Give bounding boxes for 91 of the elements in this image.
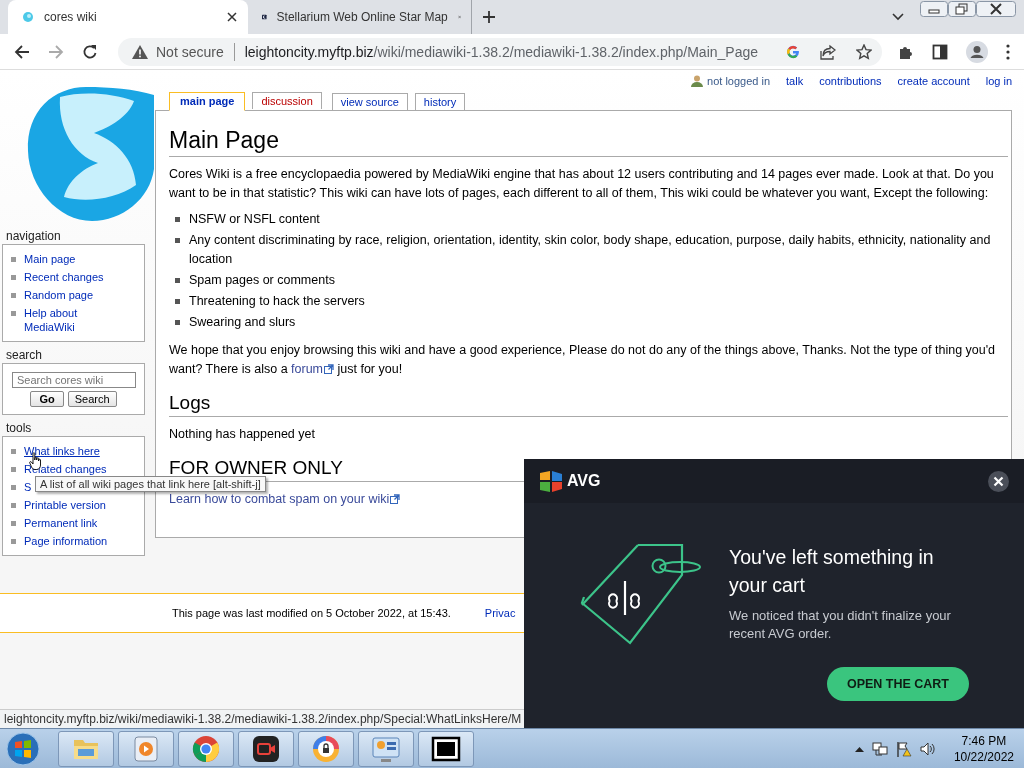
list-bullet [11, 485, 16, 490]
menu-icon[interactable] [1006, 43, 1010, 60]
start-button-icon[interactable] [6, 731, 40, 766]
last-modified-text: This page was last modified on 5 October 2022, at 15:43. [172, 607, 451, 619]
popup-title: You've left something in your cart [729, 545, 935, 598]
personal-link[interactable]: talk [786, 75, 804, 87]
list-bullet [11, 311, 16, 316]
personal-link[interactable]: log in [985, 75, 1012, 87]
search-button[interactable]: Search [67, 391, 117, 407]
page-tab[interactable]: main page [169, 92, 246, 111]
list-bullet [175, 320, 180, 325]
side-panel-icon[interactable] [932, 43, 948, 60]
list-bullet [175, 217, 180, 222]
g-logo-icon[interactable] [786, 44, 800, 59]
tab-title: Stellarium Web Online Star Map [276, 10, 448, 24]
back-icon[interactable] [14, 43, 30, 60]
list-bullet [11, 467, 16, 472]
search-field[interactable]: Search cores wiki [12, 372, 136, 388]
clock[interactable]: 7:46 PM 10/22/2022 [953, 732, 1014, 765]
portlet-title: search [5, 348, 44, 362]
sidebar-link[interactable]: S [24, 480, 32, 494]
sidebar-link[interactable]: Help about MediaWiki [24, 306, 124, 334]
page-tab[interactable]: discussion [252, 92, 322, 109]
page-title: Main Page [169, 125, 1008, 157]
browser-tab[interactable]: cores wiki [8, 0, 248, 34]
globe-favicon-icon [22, 11, 34, 23]
page-tab[interactable]: view source [331, 93, 408, 110]
flag-warning-icon[interactable] [895, 740, 912, 757]
sidebar-link[interactable]: Permanent link [24, 516, 98, 530]
portlet-title: tools [5, 421, 33, 435]
warning-icon [132, 44, 148, 59]
list-bullet [11, 521, 16, 526]
list-item-text: Any content discriminating by race, religion, orientation, identity, skin color, body shape, education, purpose, daily habits, ethnicity, nationality and location [189, 232, 992, 268]
tab-title: cores wiki [44, 10, 98, 24]
personal-link[interactable]: create account [897, 75, 970, 87]
list-item-text: Swearing and slurs [189, 314, 297, 331]
list-bullet [11, 539, 16, 544]
personal-link[interactable]: contributions [819, 75, 882, 87]
sidebar-link[interactable]: Recent changes [24, 270, 104, 284]
list-item-text: Threatening to hack the servers [189, 293, 366, 310]
sidebar-link[interactable]: Printable version [24, 498, 106, 512]
show-hidden-icons-icon[interactable] [854, 745, 864, 752]
paragraph: Nothing has happened yet [169, 426, 316, 443]
external-link-icon [390, 494, 401, 504]
status-url: leightoncity.myftp.biz/wiki/mediawiki-1.38.2/mediawiki-1.38.2/index.php/Special:WhatLinksHere/M [0, 709, 527, 728]
list-bullet [11, 503, 16, 508]
reload-icon[interactable] [82, 43, 98, 60]
security-label: Not secure [156, 43, 224, 60]
user-icon [691, 75, 704, 87]
footer-link[interactable]: Privac [484, 607, 516, 619]
list-bullet [11, 293, 16, 298]
search-button[interactable]: Go [30, 391, 64, 407]
speaker-icon[interactable] [919, 740, 936, 757]
popup-message: We noticed that you didn't finalize your recent AVG order. [729, 607, 952, 643]
price-tag-icon [580, 543, 704, 647]
star-icon[interactable] [856, 43, 872, 60]
list-bullet [11, 449, 16, 454]
sidebar-link[interactable]: Random page [24, 288, 94, 302]
address-bar[interactable]: Not secure leightoncity.myftp.biz/wiki/mediawiki-1.38.2/mediawiki-1.38.2/index.php/Main_Page [118, 37, 882, 66]
list-bullet [175, 299, 180, 304]
open-cart-button[interactable]: OPEN THE CART [826, 667, 969, 701]
login-status: not logged in [707, 75, 771, 87]
list-bullet [11, 257, 16, 262]
forward-icon [48, 43, 64, 60]
sidebar-link[interactable]: Page information [24, 534, 108, 548]
colorful-logo-icon [539, 469, 563, 493]
section-heading: Logs [169, 391, 1008, 417]
close-window-icon[interactable] [976, 1, 1016, 17]
profile-icon[interactable] [966, 40, 988, 63]
paragraph: We hope that you enjoy browsing this wiki and have a good experience, Please do not do any of the things above, Thanks. Not the type of thing you'd want? There is also a forum just for you! [169, 342, 997, 378]
forum-link[interactable]: forum [291, 362, 334, 376]
sidebar-link[interactable]: What links here [24, 444, 100, 458]
external-link-icon [324, 364, 334, 374]
list-item-text: NSFW or NSFL content [189, 211, 321, 228]
sidebar-link[interactable]: Main page [24, 252, 76, 266]
minimize-icon[interactable] [920, 1, 948, 17]
new-tab-icon[interactable] [482, 10, 496, 24]
chevron-down-icon[interactable] [892, 13, 904, 21]
list-bullet [11, 275, 16, 280]
portlet-title: navigation [5, 229, 62, 243]
restore-icon[interactable] [948, 1, 976, 17]
share-icon[interactable] [820, 43, 836, 60]
list-item-text: Spam pages or comments [189, 272, 336, 289]
paragraph: Cores Wiki is a free encyclopaedia powered by MediaWiki engine that has about 12 users contributing and 14 pages ever made. Look at that. Do you want to be in that statistic? This wiki can have lots of pages, each different to all of them, This wiki could be whatever you want, Except the following: [169, 166, 995, 202]
help-link[interactable]: Learn how to combat spam on your wiki [169, 492, 401, 506]
network-icon[interactable] [871, 740, 888, 757]
list-bullet [175, 278, 180, 283]
url-text: leightoncity.myftp.biz/wiki/mediawiki-1.38.2/mediawiki-1.38.2/index.php/Main_Page [244, 43, 758, 60]
page-tab[interactable]: history [414, 93, 466, 110]
list-bullet [175, 238, 180, 243]
tooltip: A list of all wiki pages that link here [alt-shift-j] [35, 476, 266, 492]
